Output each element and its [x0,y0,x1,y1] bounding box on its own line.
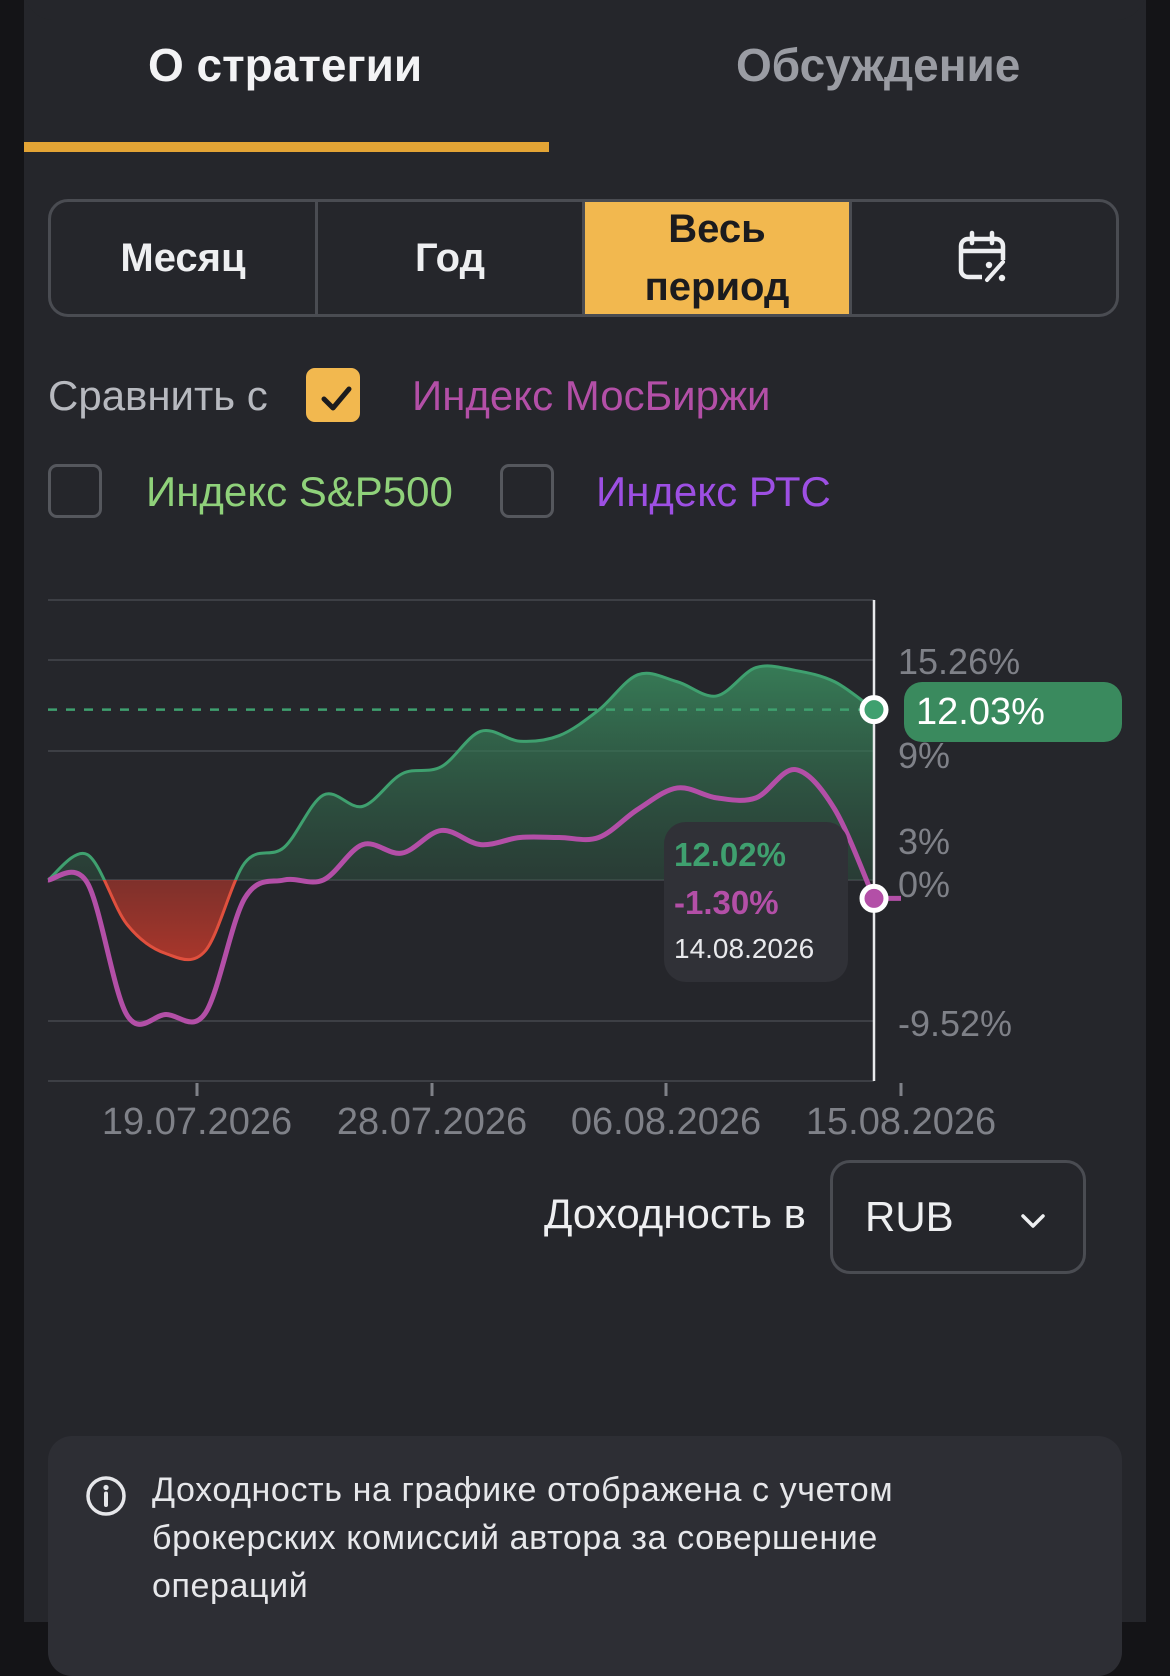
currency-label: Доходность в [544,1190,806,1237]
index-point-marker [859,883,889,913]
strategy-point-marker [859,695,889,725]
period-year-button[interactable]: Год [318,202,585,314]
y-tick-label: 0% [898,864,950,905]
x-tick-label: 15.08.2026 [806,1101,996,1143]
tab-about-strategy[interactable]: О стратегии [148,38,422,92]
sp500-index-checkbox[interactable] [48,464,102,518]
currency-select[interactable]: RUB [830,1160,1086,1274]
moex-index-checkbox[interactable] [306,368,360,422]
strategy-card: О стратегии Обсуждение Месяц Год Весь пе… [24,0,1146,1676]
x-tick-label: 06.08.2026 [571,1101,761,1143]
compare-label: Сравнить с [48,372,268,419]
currency-value: RUB [865,1193,954,1240]
moex-index-label[interactable]: Индекс МосБиржи [412,372,771,420]
sp500-index-label[interactable]: Индекс S&P500 [146,468,453,516]
period-selector: Месяц Год Весь период [48,199,1119,317]
current-value-label: 12.03% [916,691,1045,733]
y-tick-label: 15.26% [898,641,1020,682]
x-tick-label: 19.07.2026 [102,1101,292,1143]
custom-period-button[interactable] [852,202,1116,314]
chevron-down-icon [1021,1214,1045,1228]
x-tick-label: 28.07.2026 [337,1101,527,1143]
info-icon [86,1476,126,1516]
chart-tooltip: 12.02% -1.30% 14.08.2026 [664,822,848,982]
rts-index-checkbox[interactable] [500,464,554,518]
period-month-button[interactable]: Месяц [51,202,318,314]
period-all-button[interactable]: Весь период [585,202,852,314]
calendar-percent-icon [958,230,1008,284]
info-text: Доходность на графике отображена с учето… [152,1471,894,1605]
info-notice: Доходность на графике отображена с учето… [48,1436,1122,1676]
rts-index-label[interactable]: Индекс РТС [596,468,831,516]
tab-discussion[interactable]: Обсуждение [736,38,1020,92]
checkmark-icon [321,386,352,411]
current-value-badge: 12.03% [904,682,1122,742]
tooltip-date: 14.08.2026 [674,933,814,964]
x-axis: 19.07.2026 28.07.2026 06.08.2026 15.08.2… [102,1083,996,1143]
returns-chart[interactable]: 15.26% 9% 3% 0% -9.52% 19.07.2026 28.07.… [24,560,1146,1160]
y-tick-label: 3% [898,821,950,862]
tooltip-strategy-value: 12.02% [674,836,786,873]
active-tab-indicator [24,142,549,152]
tooltip-index-value: -1.30% [674,884,779,921]
y-tick-label: -9.52% [898,1003,1012,1044]
